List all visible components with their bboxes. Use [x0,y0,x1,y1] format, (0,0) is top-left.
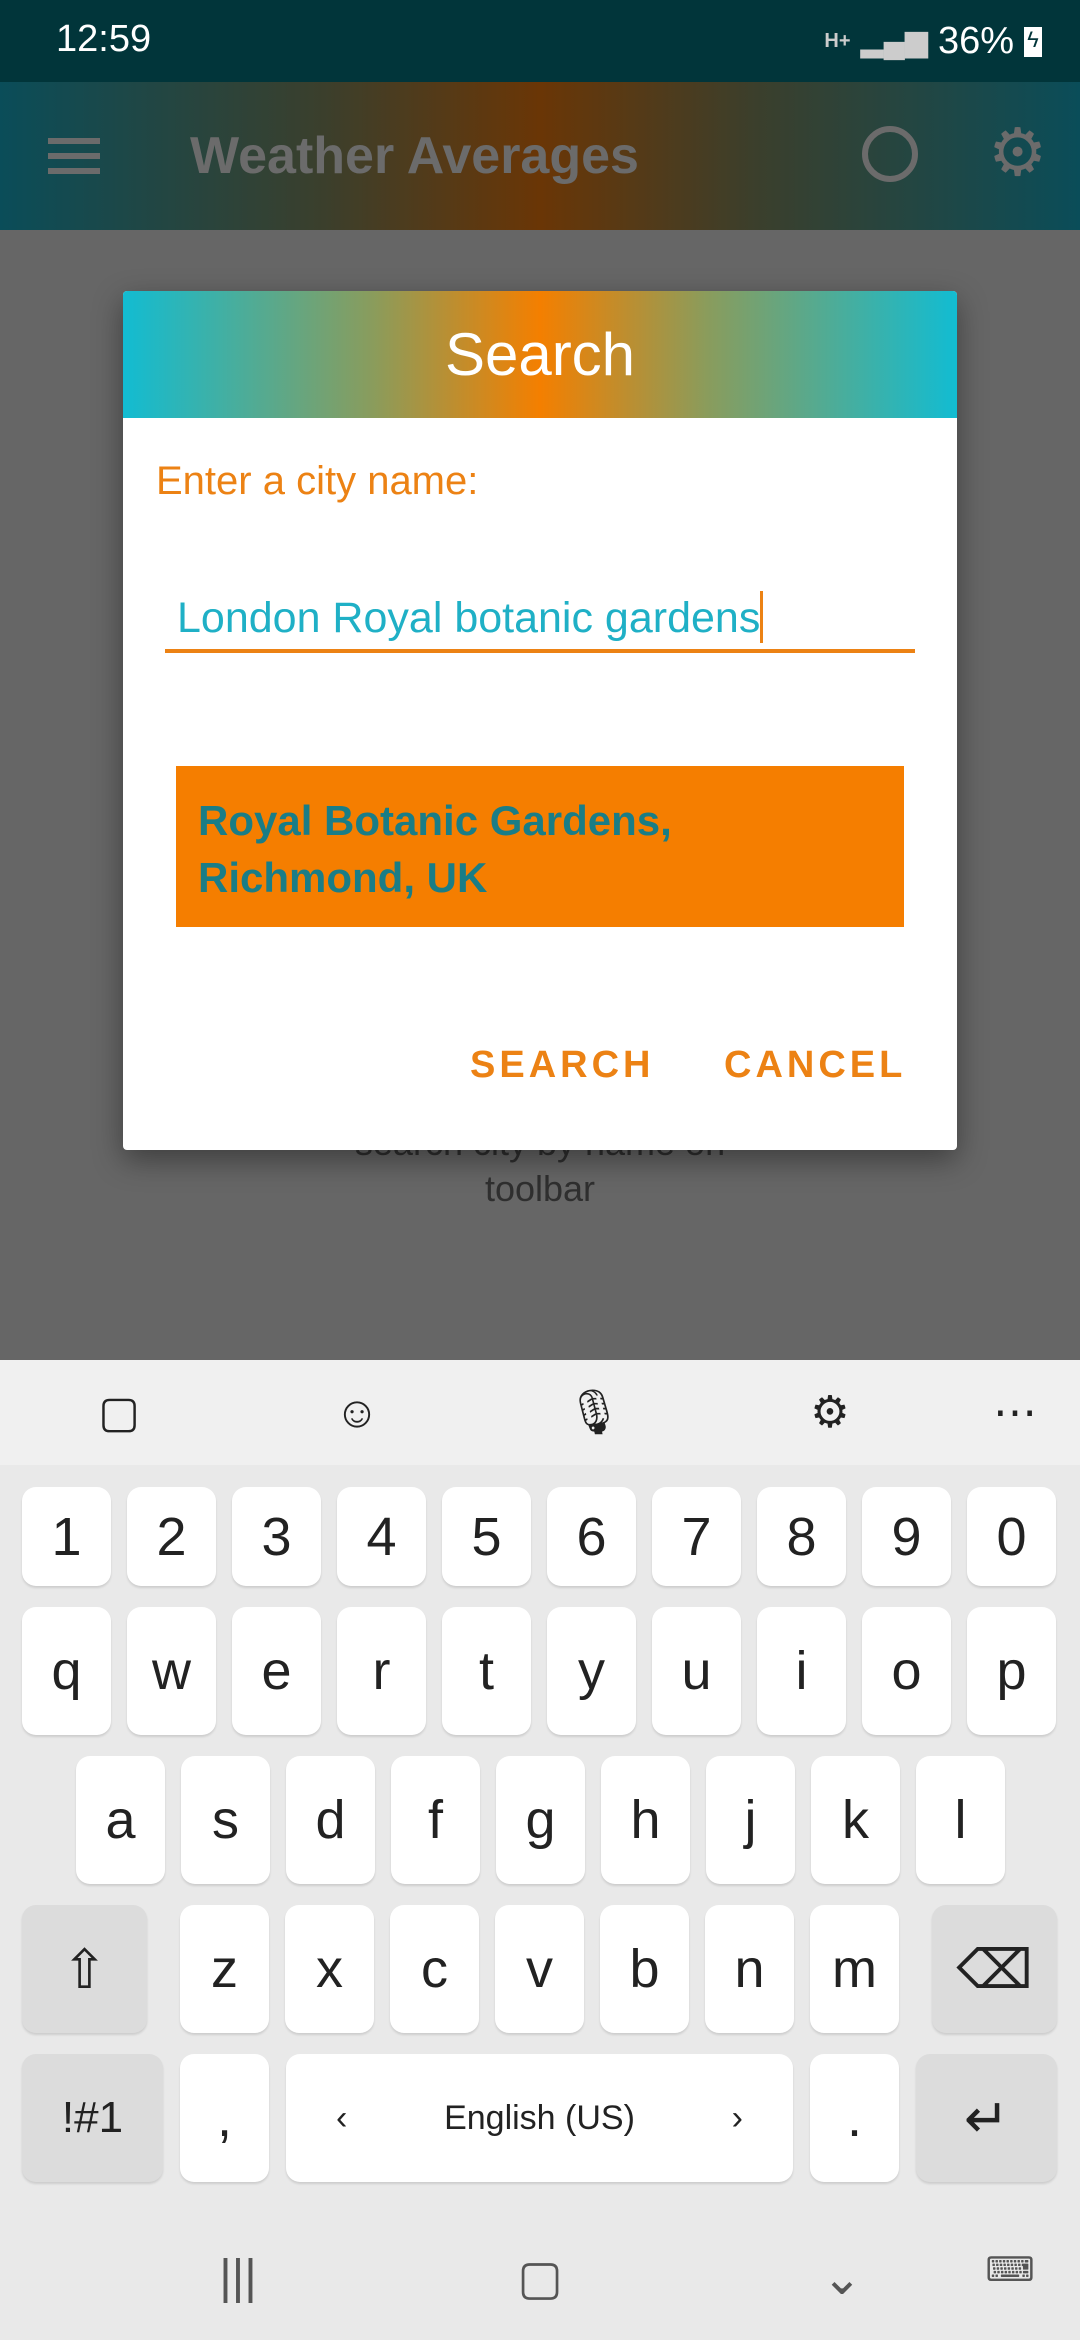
network-type: H+ [824,30,851,52]
key-a[interactable]: a [76,1756,165,1884]
hint-line-2: toolbar [484,1168,596,1209]
space-label: English (US) [444,2098,635,2137]
key-s[interactable]: s [181,1756,270,1884]
key-6[interactable]: 6 [547,1487,636,1586]
key-q[interactable]: q [22,1607,111,1735]
recents-icon[interactable]: ||| [198,2250,278,2305]
key-m[interactable]: m [810,1905,899,2033]
city-input[interactable]: London Royal botanic gardens [165,591,915,653]
key-r[interactable]: r [337,1607,426,1735]
signal-icon: ▂▄▆ [860,25,928,58]
text-cursor [760,591,764,643]
city-input-value: London Royal botanic gardens [177,594,761,642]
key-w[interactable]: w [127,1607,216,1735]
key-e[interactable]: e [232,1607,321,1735]
keyboard-toolbar: ▢ ☺ 🎙 ⚙ ⋯ [0,1360,1080,1465]
key-l[interactable]: l [916,1756,1005,1884]
shift-icon[interactable]: ⇧ [22,1905,147,2033]
city-label: Enter a city name: [156,459,479,503]
key-x[interactable]: x [285,1905,374,2033]
key-t[interactable]: t [442,1607,531,1735]
search-dialog: Search Enter a city name: London Royal b… [123,291,957,1150]
app-toolbar: Weather Averages ⚙ [0,82,1080,230]
key-8[interactable]: 8 [757,1487,846,1586]
home-icon[interactable]: ▢ [500,2250,580,2306]
key-z[interactable]: z [180,1905,269,2033]
back-icon[interactable]: ⌄ [802,2250,882,2306]
settings-icon[interactable]: ⚙ [988,114,1047,191]
key-period[interactable]: . [810,2054,899,2182]
key-2[interactable]: 2 [127,1487,216,1586]
key-d[interactable]: d [286,1756,375,1884]
key-0[interactable]: 0 [967,1487,1056,1586]
battery-charging-icon: ϟ [1024,26,1042,57]
key-n[interactable]: n [705,1905,794,2033]
clock: 12:59 [56,18,152,60]
key-1[interactable]: 1 [22,1487,111,1586]
key-p[interactable]: p [967,1607,1056,1735]
more-icon[interactable]: ⋯ [988,1386,1042,1440]
key-3[interactable]: 3 [232,1487,321,1586]
backspace-icon[interactable]: ⌫ [932,1905,1057,2033]
key-b[interactable]: b [600,1905,689,2033]
key-h[interactable]: h [601,1756,690,1884]
app-title: Weather Averages [190,127,639,185]
key-i[interactable]: i [757,1607,846,1735]
key-c[interactable]: c [390,1905,479,2033]
emoji-icon[interactable]: ☺ [330,1386,384,1440]
symbols-key[interactable]: !#1 [22,2054,163,2182]
cancel-button[interactable]: CANCEL [724,1044,906,1087]
key-o[interactable]: o [862,1607,951,1735]
space-bar[interactable]: ‹ English (US) › [286,2054,793,2182]
battery-percent: 36% [937,20,1014,62]
search-button[interactable]: SEARCH [470,1044,654,1087]
key-y[interactable]: y [547,1607,636,1735]
key-comma[interactable]: , [180,2054,269,2182]
key-j[interactable]: j [706,1756,795,1884]
enter-icon[interactable]: ↵ [916,2054,1057,2182]
sticker-icon[interactable]: ▢ [92,1386,146,1440]
navigation-bar: ||| ▢ ⌄ ⌨ [0,2220,1080,2340]
key-g[interactable]: g [496,1756,585,1884]
locate-icon[interactable] [862,126,918,182]
language-left-icon: ‹ [336,2098,348,2137]
microphone-icon[interactable]: 🎙 [566,1386,622,1440]
key-7[interactable]: 7 [652,1487,741,1586]
key-4[interactable]: 4 [337,1487,426,1586]
key-5[interactable]: 5 [442,1487,531,1586]
keyboard: ▢ ☺ 🎙 ⚙ ⋯ 1 2 3 4 5 6 7 8 9 0 q w e r t y u i o p a s d f g h j k l ⇧… [0,1360,1080,2220]
keyboard-icon[interactable]: ⌨ [970,2250,1050,2290]
status-bar: 12:59 H+ ▂▄▆ 36% ϟ [0,0,1080,82]
key-k[interactable]: k [811,1756,900,1884]
status-icons: H+ ▂▄▆ 36% ϟ [824,20,1042,63]
language-right-icon: › [731,2098,743,2137]
key-v[interactable]: v [495,1905,584,2033]
key-u[interactable]: u [652,1607,741,1735]
dialog-title: Search [123,291,957,418]
suggestion-item[interactable]: Royal Botanic Gardens, Richmond, UK [176,766,904,927]
menu-icon[interactable] [48,138,100,174]
settings-icon[interactable]: ⚙ [803,1386,857,1440]
key-f[interactable]: f [391,1756,480,1884]
key-9[interactable]: 9 [862,1487,951,1586]
